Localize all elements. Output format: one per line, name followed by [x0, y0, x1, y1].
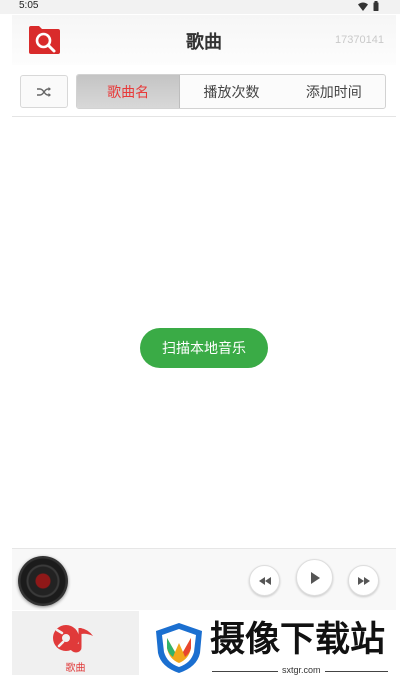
user-id: 17370141	[335, 34, 384, 46]
player-bar	[12, 548, 396, 610]
watermark: 摄像下载站 sxtgr.com	[140, 611, 396, 683]
status-icons	[358, 1, 379, 11]
shuffle-icon	[37, 86, 51, 97]
watermark-url: sxtgr.com	[278, 665, 325, 675]
album-art-vinyl[interactable]	[18, 556, 68, 606]
sort-tabs: 歌曲名 播放次数 添加时间	[76, 74, 386, 109]
rewind-button[interactable]	[249, 565, 280, 596]
watermark-text: 摄像下载站	[210, 620, 386, 660]
nav-label-songs: 歌曲	[65, 663, 86, 674]
shuffle-button[interactable]	[20, 75, 68, 108]
tab-date-added[interactable]: 添加时间	[283, 75, 385, 108]
wifi-icon	[358, 2, 368, 11]
play-button[interactable]	[296, 559, 333, 596]
status-time: 5:05	[19, 0, 39, 11]
status-bar: 5:05	[0, 0, 400, 14]
fast-forward-button[interactable]	[348, 565, 379, 596]
tab-play-count[interactable]: 播放次数	[180, 75, 282, 108]
play-icon	[310, 571, 320, 584]
header: 歌曲 17370141	[12, 15, 396, 65]
logo-icon	[156, 623, 202, 673]
tab-song-name[interactable]: 歌曲名	[77, 75, 181, 108]
rewind-icon	[258, 576, 271, 585]
nav-item-songs[interactable]: 歌曲	[12, 611, 139, 675]
divider	[12, 116, 396, 117]
scan-local-music-button[interactable]: 扫描本地音乐	[140, 328, 268, 368]
battery-icon	[373, 1, 379, 11]
music-notes-icon	[53, 625, 93, 653]
fast-forward-icon	[357, 576, 370, 585]
